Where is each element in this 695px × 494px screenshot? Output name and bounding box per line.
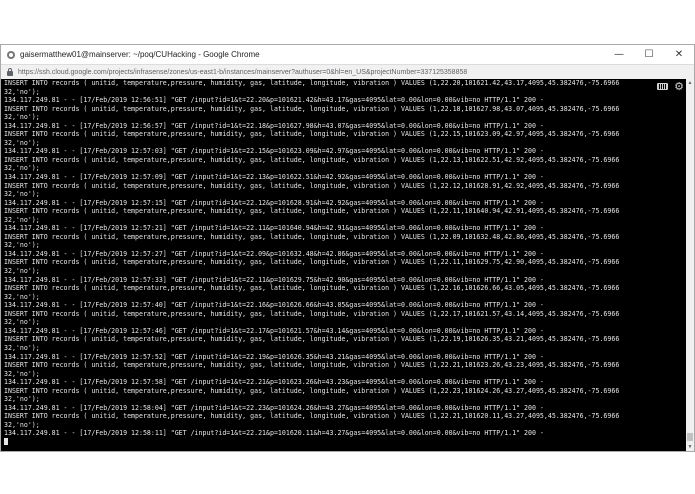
scroll-up-arrow-icon[interactable]: ▲ <box>686 79 694 87</box>
terminal-line: 134.117.249.81 - - [17/Feb/2019 12:57:03… <box>4 147 544 156</box>
terminal-line: INSERT INTO records ( unitid, temperatur… <box>4 79 620 87</box>
terminal-line: 32,'no'); <box>4 164 40 173</box>
address-bar[interactable]: https://ssh.cloud.google.com/projects/in… <box>1 64 694 80</box>
scroll-down-arrow-icon[interactable]: ▼ <box>686 443 694 451</box>
minimize-button[interactable]: — <box>604 45 634 64</box>
url-path: /projects/infrasense/zones/us-east1-b/in… <box>106 68 468 76</box>
terminal-app-icon <box>7 50 15 59</box>
terminal-line: 32,'no'); <box>4 318 40 327</box>
terminal-line: 134.117.249.81 - - [17/Feb/2019 12:56:51… <box>4 96 544 105</box>
terminal-line: INSERT INTO records ( unitid, temperatur… <box>4 104 620 113</box>
terminal-line: INSERT INTO records ( unitid, temperatur… <box>4 207 620 216</box>
lock-icon[interactable] <box>7 67 13 76</box>
terminal-line: 32,'no'); <box>4 292 40 301</box>
terminal-line: 32,'no'); <box>4 138 40 147</box>
terminal-line: 134.117.249.81 - - [17/Feb/2019 12:57:09… <box>4 173 544 182</box>
terminal-line: 134.117.249.81 - - [17/Feb/2019 12:58:11… <box>4 429 544 438</box>
scroll-thumb[interactable] <box>687 433 693 441</box>
terminal-line: INSERT INTO records ( unitid, temperatur… <box>4 386 620 395</box>
terminal-line: 134.117.249.81 - - [17/Feb/2019 12:56:57… <box>4 121 544 130</box>
window-title: gaisermatthew01@mainserver: ~/poq/CUHack… <box>20 50 260 59</box>
browser-window: gaisermatthew01@mainserver: ~/poq/CUHack… <box>0 44 695 452</box>
terminal-line: 134.117.249.81 - - [17/Feb/2019 12:57:40… <box>4 301 544 310</box>
terminal-line: 134.117.249.81 - - [17/Feb/2019 12:57:21… <box>4 224 544 233</box>
maximize-button[interactable]: ☐ <box>634 45 664 64</box>
terminal-line: 134.117.249.81 - - [17/Feb/2019 12:57:15… <box>4 198 544 207</box>
terminal-line: INSERT INTO records ( unitid, temperatur… <box>4 181 620 190</box>
terminal-line: 32,'no'); <box>4 87 40 96</box>
terminal-prompt-line <box>4 438 619 447</box>
window-controls: — ☐ ✕ <box>604 45 694 64</box>
terminal-line: 134.117.249.81 - - [17/Feb/2019 12:58:04… <box>4 403 544 412</box>
gear-icon[interactable]: ⚙ <box>674 81 684 92</box>
terminal-line: 32,'no'); <box>4 190 40 199</box>
terminal-line: INSERT INTO records ( unitid, temperatur… <box>4 130 620 139</box>
terminal-line: 32,'no'); <box>4 215 40 224</box>
terminal-cursor[interactable] <box>4 438 8 446</box>
terminal-line: 32,'no'); <box>4 420 40 429</box>
title-bar[interactable]: gaisermatthew01@mainserver: ~/poq/CUHack… <box>1 45 694 64</box>
terminal-line: 134.117.249.81 - - [17/Feb/2019 12:57:33… <box>4 275 544 284</box>
keyboard-icon[interactable] <box>657 83 669 90</box>
terminal-line: INSERT INTO records ( unitid, temperatur… <box>4 361 620 370</box>
terminal-line: INSERT INTO records ( unitid, temperatur… <box>4 155 620 164</box>
terminal-line: 134.117.249.81 - - [17/Feb/2019 12:57:27… <box>4 249 544 258</box>
terminal-line: 134.117.249.81 - - [17/Feb/2019 12:57:58… <box>4 378 544 387</box>
terminal-line: INSERT INTO records ( unitid, temperatur… <box>4 258 620 267</box>
terminal-line: 32,'no'); <box>4 395 40 404</box>
terminal-line: 32,'no'); <box>4 369 40 378</box>
terminal-line: 134.117.249.81 - - [17/Feb/2019 12:57:52… <box>4 352 544 361</box>
terminal-line: INSERT INTO records ( unitid, temperatur… <box>4 284 620 293</box>
terminal-line: INSERT INTO records ( unitid, temperatur… <box>4 309 620 318</box>
url-host: https://ssh.cloud.google.com <box>18 68 107 76</box>
terminal-line: 32,'no'); <box>4 267 40 276</box>
terminal-lines: INSERT INTO records ( unitid, temperatur… <box>4 79 619 447</box>
terminal-line: 32,'no'); <box>4 343 40 352</box>
terminal-line: 32,'no'); <box>4 241 40 250</box>
close-button[interactable]: ✕ <box>664 45 694 64</box>
terminal-output[interactable]: INSERT INTO records ( unitid, temperatur… <box>1 79 686 451</box>
terminal-line: INSERT INTO records ( unitid, temperatur… <box>4 232 620 241</box>
terminal-line: INSERT INTO records ( unitid, temperatur… <box>4 335 620 344</box>
terminal-scrollbar[interactable]: ▲ ▼ <box>686 79 694 451</box>
terminal-toolbar: ⚙ <box>657 81 684 92</box>
terminal-line: 134.117.249.81 - - [17/Feb/2019 12:57:46… <box>4 326 544 335</box>
terminal-line: 32,'no'); <box>4 113 40 122</box>
terminal-line: INSERT INTO records ( unitid, temperatur… <box>4 412 620 421</box>
